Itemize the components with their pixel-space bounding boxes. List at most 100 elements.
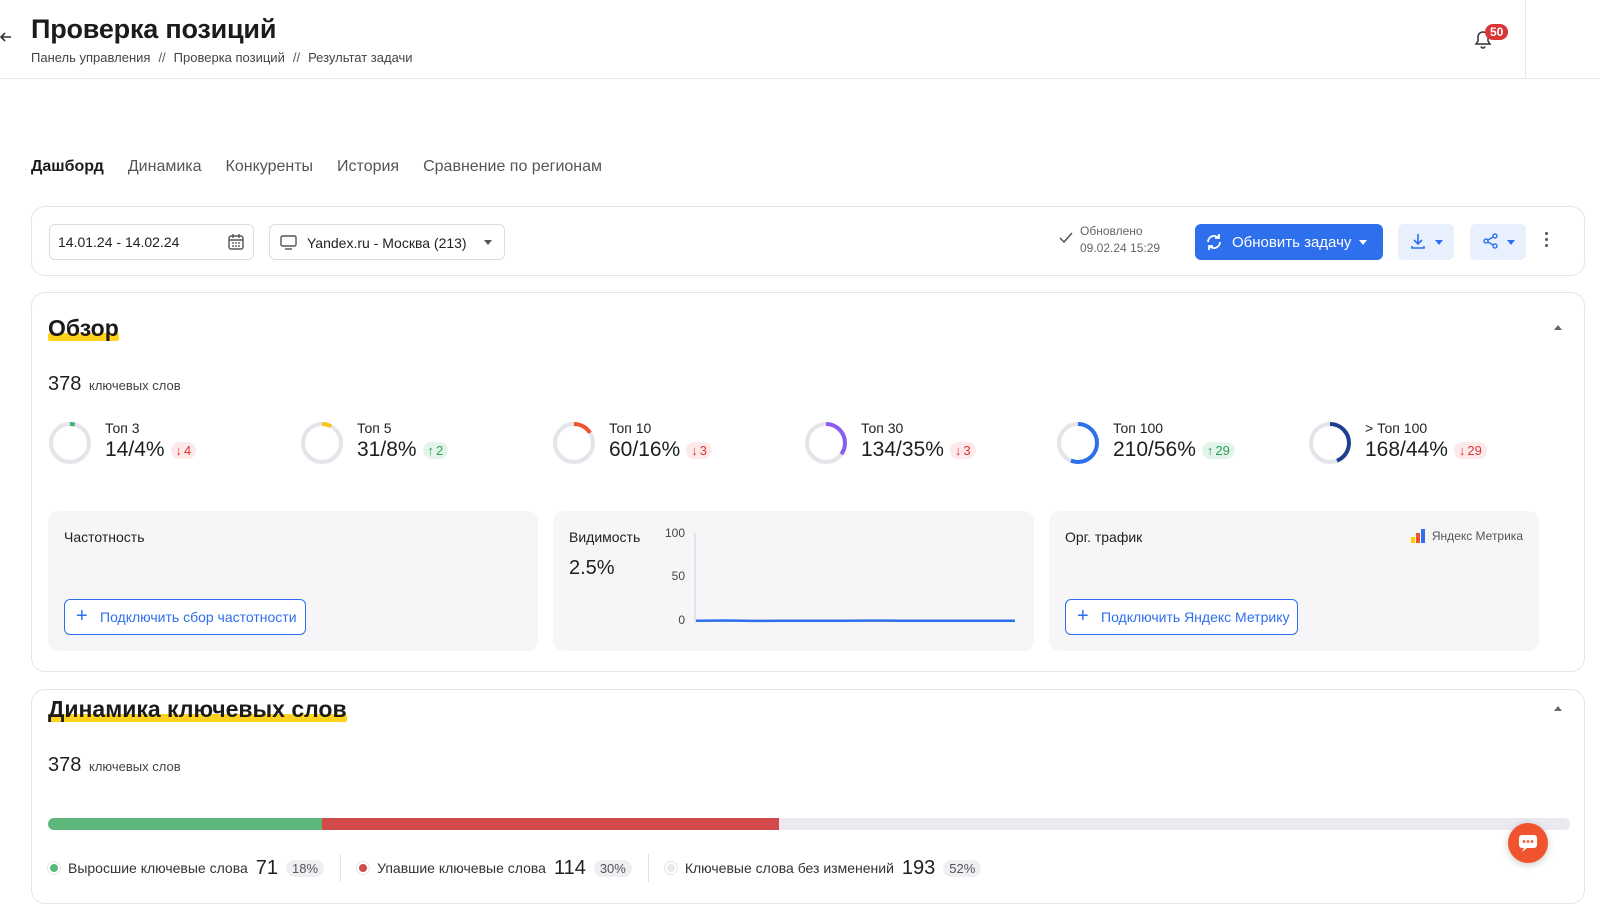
top-donut-icon [49,422,91,464]
chat-icon [1519,835,1537,852]
breadcrumb-separator: // [292,50,301,65]
dynamics-bar-segment [321,818,779,830]
top-donut-icon [301,422,343,464]
keywords-count-number: 378 [48,754,82,776]
legend-item-dropped: Упавшие ключевые слова 114 30% [357,857,632,880]
legend-label: Упавшие ключевые слова [377,860,546,876]
date-range-input[interactable]: 14.01.24 - 14.02.24 [49,224,254,260]
refresh-task-button[interactable]: Обновить задачу [1195,224,1383,260]
metrika-brand-label: Яндекс Метрика [1431,529,1523,543]
delta-badge: ↑ 29 [1201,441,1235,459]
collapse-icon[interactable] [1554,706,1562,711]
search-engine-region-select[interactable]: Yandex.ru - Москва (213) [269,224,505,260]
tab-competitors[interactable]: Конкуренты [226,158,314,176]
tab-history[interactable]: История [337,158,399,176]
legend-count: 193 [901,856,936,879]
legend-divider [340,854,342,882]
breadcrumb-separator: // [158,50,166,65]
top-value: 14/4% [105,438,165,461]
top-value: 60/16% [609,438,681,461]
keywords-count: 378 ключевых слов [48,373,181,396]
dynamics-bar-segment [48,818,322,830]
date-range-value: 14.01.24 - 14.02.24 [58,234,180,250]
y-tick-label: 100 [665,526,685,540]
chevron-down-icon [1507,240,1515,245]
legend-dot [664,862,677,874]
delta-badge: ↓ 29 [1453,441,1487,459]
visibility-title: Видимость [569,529,641,545]
top-value: 210/56% [1113,438,1196,461]
connect-metrika-label: Подключить Яндекс Метрику [1101,609,1290,625]
top-donut-icon [553,422,595,464]
delta-badge: ↓ 4 [170,441,197,459]
keywords-count-number: 378 [48,373,82,395]
chevron-down-icon [1359,240,1367,245]
legend-dot [48,862,60,874]
legend-dot [357,862,370,874]
legend-label: Ключевые слова без изменений [684,860,894,876]
frequency-title: Частотность [64,529,145,545]
tab-region-comparison[interactable]: Сравнение по регионам [423,158,602,176]
legend-divider [647,854,649,882]
page-title: Проверка позиций [31,14,277,44]
plus-icon: + [1077,605,1089,627]
share-icon [1482,233,1499,254]
header-divider [1525,0,1526,79]
organic-traffic-panel: Орг. трафик Яндекс Метрика + Подключить … [1049,511,1539,651]
legend-count: 114 [553,856,586,879]
download-icon [1410,233,1426,255]
legend-percent: 18% [286,859,325,877]
legend-item-unchanged: Ключевые слова без изменений 193 52% [664,856,982,880]
updated-timestamp: 09.02.24 15:29 [1080,241,1161,255]
keyword-dynamics-card: Динамика ключевых слов 378 ключевых слов… [31,689,1585,904]
dynamics-legend: Выросшие ключевые слова 71 18% Упавшие к… [48,854,982,882]
tab-dynamics[interactable]: Динамика [128,158,202,176]
keyword-dynamics-bar [48,818,1570,830]
top-donut-icon [805,422,847,464]
tab-dashboard[interactable]: Дашборд [31,158,104,176]
back-arrow-icon[interactable] [0,30,14,46]
refresh-task-label: Обновить задачу [1232,234,1352,251]
top-label: Топ 5 [357,420,392,436]
calendar-icon[interactable] [227,233,245,254]
share-button[interactable] [1470,224,1526,260]
top-donut-icon [1057,422,1099,464]
metrika-brand: Яндекс Метрика [1410,529,1523,543]
top-label: > Топ 100 [1365,420,1428,436]
overview-title: Обзор [48,315,119,341]
connect-metrika-button[interactable]: + Подключить Яндекс Метрику [1065,599,1299,635]
plus-icon: + [76,605,88,627]
legend-label: Выросшие ключевые слова [68,860,248,876]
more-options-icon[interactable] [1543,229,1549,253]
y-tick-label: 0 [678,613,685,627]
page-header: Проверка позиций Панель управления // Пр… [0,0,1600,79]
organic-traffic-title: Орг. трафик [1065,529,1143,545]
notification-badge: 50 [1485,24,1509,40]
monitor-icon [280,235,297,253]
chevron-down-icon [1435,240,1443,245]
breadcrumb-item[interactable]: Проверка позиций [174,50,285,65]
dynamics-title: Динамика ключевых слов [48,696,347,722]
download-button[interactable] [1398,224,1454,260]
chevron-down-icon [484,240,492,245]
delta-badge: ↓ 3 [949,441,976,459]
delta-badge: ↓ 3 [686,441,712,459]
check-icon [1059,232,1073,249]
top-label: Топ 100 [1113,420,1164,436]
refresh-icon [1205,233,1223,255]
connect-frequency-label: Подключить сбор частотности [100,609,297,625]
filter-toolbar: 14.01.24 - 14.02.24 Yandex.ru - Москва (… [31,206,1585,276]
breadcrumb-item[interactable]: Панель управления [31,50,150,65]
delta-badge: ↑ 2 [422,441,449,459]
top-label: Топ 30 [861,420,904,436]
top-value: 134/35% [861,438,944,461]
updated-status: Обновлено 09.02.24 15:29 [1059,223,1161,257]
chat-support-button[interactable] [1508,823,1548,863]
legend-item-grown: Выросшие ключевые слова 71 18% [48,857,325,880]
breadcrumb: Панель управления // Проверка позиций //… [31,50,413,65]
y-tick-label: 50 [672,569,686,583]
collapse-icon[interactable] [1554,325,1562,330]
visibility-value: 2.5% [569,557,615,579]
connect-frequency-button[interactable]: + Подключить сбор частотности [64,599,306,635]
top-donut-icon [1309,422,1351,464]
